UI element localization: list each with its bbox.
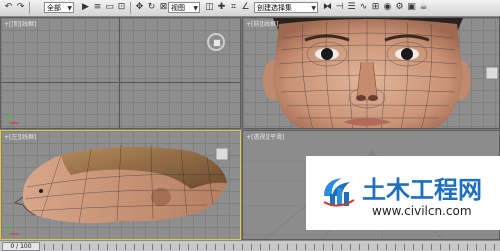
- material-editor-icon[interactable]: ◉: [382, 2, 393, 13]
- toolbar-divider: [29, 2, 30, 14]
- viewport-label[interactable]: +[顶][线框]: [4, 19, 36, 28]
- viewport-label[interactable]: +[前][线框]: [246, 19, 278, 28]
- render-icon[interactable]: ☕: [418, 2, 429, 13]
- viewport-front[interactable]: +[前][线框]: [242, 17, 500, 129]
- undo-icon[interactable]: ↶: [3, 2, 14, 13]
- axis-tripod-icon: [8, 224, 19, 235]
- viewport-left[interactable]: +[左][线框]: [0, 130, 241, 240]
- move-icon[interactable]: ✥: [134, 2, 145, 13]
- select-object-icon[interactable]: ▶: [80, 2, 91, 13]
- selection-filter-dropdown[interactable]: 全部 ▼: [44, 2, 74, 13]
- select-by-name-icon[interactable]: ≡: [92, 2, 103, 13]
- time-slider-bar[interactable]: 0 / 100: [0, 240, 500, 251]
- timeline-ticks: [44, 244, 500, 250]
- viewport-label[interactable]: +[透视][平滑]: [246, 132, 284, 141]
- watermark-url: www.civilcn.com: [372, 204, 472, 218]
- named-selection-value: 创建选择集: [257, 4, 292, 12]
- face-front-mesh: [263, 18, 471, 128]
- render-setup-icon[interactable]: ⚙: [394, 2, 405, 13]
- reference-coord-value: 视图: [171, 4, 185, 12]
- axis-tripod-icon: [8, 113, 19, 124]
- toolbar-divider: [130, 2, 131, 14]
- layer-manager-icon[interactable]: ☰: [346, 2, 357, 13]
- pivot-center-icon[interactable]: ◫: [204, 2, 215, 13]
- select-manipulate-icon[interactable]: ✚: [216, 2, 227, 13]
- grid-axis-line: [119, 18, 120, 128]
- chevron-down-icon: ▼: [311, 5, 316, 12]
- reference-coord-dropdown[interactable]: 视图 ▼: [168, 2, 200, 13]
- rect-selection-icon[interactable]: ▭: [104, 2, 115, 13]
- mirror-icon[interactable]: ⧓: [322, 2, 333, 13]
- head-side-mesh: [14, 144, 228, 224]
- main-toolbar: ↶ ↷ 全部 ▼ ▶ ≡ ▭ ⊡ ✥ ↻ ⊠ 视图 ▼ ◫ ✚ ⌗ ∠ 创建选择…: [0, 0, 500, 17]
- render-frame-icon[interactable]: ▣: [406, 2, 417, 13]
- axis-tripod-icon: [485, 66, 499, 80]
- civilcn-logo-icon: [323, 178, 355, 207]
- named-selection-dropdown[interactable]: 创建选择集 ▼: [254, 2, 318, 13]
- chevron-down-icon: ▼: [193, 5, 198, 12]
- chevron-down-icon: ▼: [67, 5, 72, 12]
- viewcube-icon[interactable]: [215, 147, 229, 161]
- watermark-title: 土木工程网: [362, 176, 482, 204]
- redo-icon[interactable]: ↷: [15, 2, 26, 13]
- snap-toggle-icon[interactable]: ⌗: [228, 2, 239, 13]
- align-icon[interactable]: ⊣: [334, 2, 345, 13]
- grid-axis-line: [1, 82, 240, 83]
- rotate-icon[interactable]: ↻: [146, 2, 157, 13]
- schematic-view-icon[interactable]: ⊞: [370, 2, 381, 13]
- viewcube-icon[interactable]: [207, 33, 225, 51]
- selection-filter-value: 全部: [47, 4, 61, 12]
- angle-snap-icon[interactable]: ∠: [240, 2, 251, 13]
- viewport-top[interactable]: +[顶][线框]: [0, 17, 241, 129]
- watermark-banner: 土木工程网 www.civilcn.com: [306, 156, 500, 230]
- window-crossing-icon[interactable]: ⊡: [116, 2, 127, 13]
- curve-editor-icon[interactable]: ∿: [358, 2, 369, 13]
- frame-counter: 0 / 100: [10, 243, 32, 250]
- viewport-grid: [1, 18, 240, 128]
